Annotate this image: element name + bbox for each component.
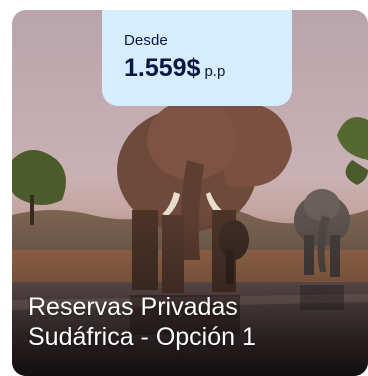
price-amount: 1.559$: [124, 54, 201, 82]
price-badge: Desde 1.559$ p.p: [102, 10, 292, 106]
tour-title[interactable]: Reservas Privadas Sudáfrica - Opción 1: [28, 292, 358, 352]
price-unit: p.p: [204, 63, 226, 80]
price-from-label: Desde: [124, 32, 168, 49]
tour-title-line-1: Reservas Privadas: [28, 293, 238, 321]
tour-card[interactable]: Desde 1.559$ p.p Reservas Privadas Sudáfr…: [12, 10, 368, 376]
price-line: 1.559$ p.p: [124, 52, 292, 84]
tour-title-line-2: Sudáfrica - Opción 1: [28, 323, 256, 351]
